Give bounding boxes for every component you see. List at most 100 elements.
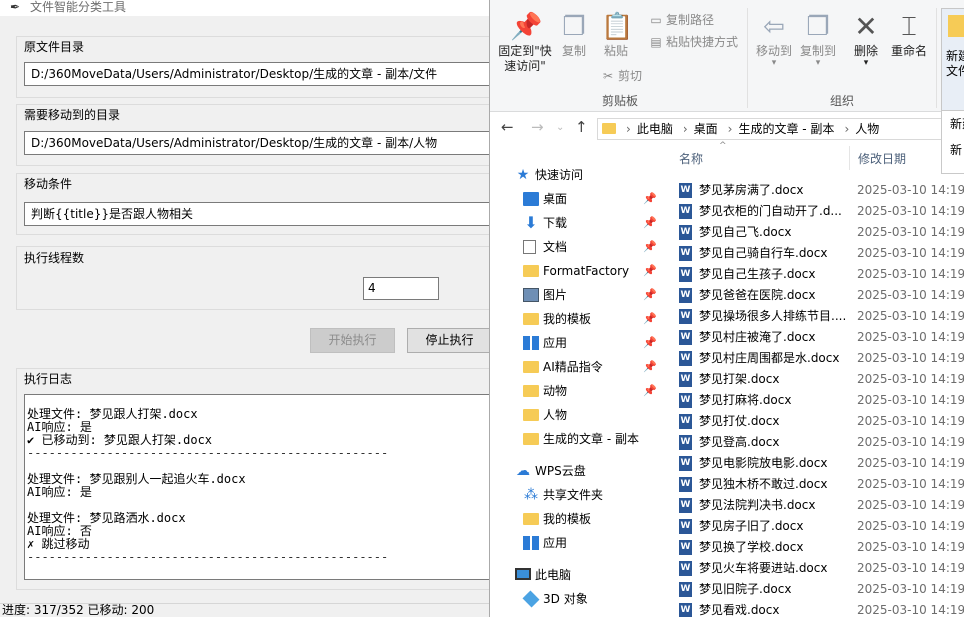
breadcrumb-segment[interactable]: 生成的文章 - 副本 [738,122,834,136]
target-dir-input[interactable]: D:/360MoveData/Users/Administrator/Deskt… [24,131,492,155]
file-name: 梦见登高.docx [699,435,780,449]
breadcrumb-segment[interactable]: 桌面 [694,122,718,136]
nav-item-label: 应用 [543,336,568,350]
breadcrumb-segment[interactable]: 人物 [855,122,879,136]
ribbon-divider [747,8,748,108]
file-row[interactable]: 梦见村庄被淹了.docx 2025-03-10 14:19 [677,327,964,348]
column-modified-header[interactable]: 修改日期 [858,150,906,167]
nav-item[interactable]: FormatFactory 📌 [490,259,660,283]
nav-item[interactable]: AI精品指令 📌 [490,355,660,379]
nav-item[interactable]: 人物 [490,403,660,427]
apps-icon [523,536,539,550]
file-row[interactable]: 梦见衣柜的门自动开了.d... 2025-03-10 14:19 [677,201,964,222]
nav-item[interactable]: 应用 📌 [490,331,660,355]
nav-item[interactable]: 图片 📌 [490,283,660,307]
paste-shortcut-label: 粘贴快捷方式 [666,35,739,49]
file-row[interactable]: 梦见自己飞.docx 2025-03-10 14:19 [677,222,964,243]
cut-button[interactable]: ✂ 剪切 [600,68,642,84]
file-name: 梦见茅房满了.docx [699,183,804,197]
nav-item-label: 3D 对象 [543,592,588,606]
rename-label: 重命名 [890,44,927,58]
copy-button[interactable]: ❐ 复制 [556,12,592,59]
star-icon: ★ [516,167,530,183]
move-to-button[interactable]: ⇦ 移动到 ▾ [754,12,794,68]
file-modified-date: 2025-03-10 14:19 [857,393,964,407]
file-row[interactable]: 梦见旧院子.docx 2025-03-10 14:19 [677,579,964,600]
file-row[interactable]: 梦见村庄周围都是水.docx 2025-03-10 14:19 [677,348,964,369]
file-modified-date: 2025-03-10 14:19 [857,519,964,533]
pin-quick-access-button[interactable]: 📌 固定到"快速访问" [496,12,554,74]
back-arrow-icon[interactable]: ← [501,118,514,136]
cut-label: 剪切 [618,69,643,83]
file-row[interactable]: 梦见打仗.docx 2025-03-10 14:19 [677,411,964,432]
word-document-icon [679,183,692,198]
file-row[interactable]: 梦见自己生孩子.docx 2025-03-10 14:19 [677,264,964,285]
chevron-right-icon: › [626,122,631,136]
copy-path-label: 复制路径 [666,13,715,27]
file-row[interactable]: 梦见登高.docx 2025-03-10 14:19 [677,432,964,453]
file-row[interactable]: 梦见操场很多人排练节目.... 2025-03-10 14:19 [677,306,964,327]
nav-item-label: AI精品指令 [543,360,603,374]
up-arrow-icon[interactable]: ↑ [575,118,588,136]
start-button[interactable]: 开始执行 [310,328,395,353]
file-row[interactable]: 梦见房子旧了.docx 2025-03-10 14:19 [677,516,964,537]
popup-item-new-2[interactable]: 新 [942,137,964,163]
copy-to-button[interactable]: ❐ 复制到 ▾ [798,12,838,68]
file-row[interactable]: 梦见爸爸在医院.docx 2025-03-10 14:19 [677,285,964,306]
column-name-header[interactable]: 名称 [679,150,703,167]
pin-icon: 📌 [643,384,657,397]
pin-icon: 📌 [510,12,543,42]
nav-item[interactable]: ★ 快速访问 [490,163,660,187]
nav-item[interactable]: 我的模板 📌 [490,307,660,331]
file-row[interactable]: 梦见看戏.docx 2025-03-10 14:19 [677,600,964,617]
file-row[interactable]: 梦见法院判决书.docx 2025-03-10 14:19 [677,495,964,516]
context-popup: 新建 新 [941,110,964,174]
source-dir-input[interactable]: D:/360MoveData/Users/Administrator/Deskt… [24,62,492,86]
nav-item[interactable]: 文档 📌 [490,235,660,259]
paste-shortcut-button[interactable]: ▤ 粘贴快捷方式 [648,34,738,50]
nav-item[interactable]: 生成的文章 - 副本 [490,427,660,451]
address-bar-row: ← → ⌄ ↑ › 此电脑 › 桌面 › 生成的文章 - 副本 › 人物 [490,114,964,144]
nav-item[interactable]: 我的模板 [490,507,660,531]
breadcrumb-segment[interactable]: 此电脑 [637,122,673,136]
nav-item[interactable]: 此电脑 [490,563,660,587]
new-folder-button[interactable]: 新建文件 [941,8,964,112]
word-document-icon [679,540,692,555]
word-document-icon [679,582,692,597]
nav-item[interactable]: ⬇ 下载 📌 [490,211,660,235]
stop-button[interactable]: 停止执行 [407,328,492,353]
condition-input[interactable]: 判断{{title}}是否跟人物相关 [24,202,492,226]
forward-arrow-icon[interactable]: → [531,118,544,136]
nav-item[interactable]: ☁ WPS云盘 [490,459,660,483]
file-modified-date: 2025-03-10 14:19 [857,435,964,449]
file-row[interactable]: 梦见茅房满了.docx 2025-03-10 14:19 [677,180,964,201]
nav-item[interactable]: 动物 📌 [490,379,660,403]
nav-item[interactable]: 应用 [490,531,660,555]
file-row[interactable]: 梦见打架.docx 2025-03-10 14:19 [677,369,964,390]
cube-icon [522,590,540,608]
breadcrumb[interactable]: › 此电脑 › 桌面 › 生成的文章 - 副本 › 人物 [597,118,947,140]
file-row[interactable]: 梦见打麻将.docx 2025-03-10 14:19 [677,390,964,411]
log-textarea[interactable]: 处理文件: 梦见跟人打架.docx AI响应: 是 ✔ 已移动到: 梦见跟人打架.d… [24,394,492,580]
window-titlebar[interactable]: ✒ 文件智能分类工具 [0,0,492,16]
rename-button[interactable]: ⌶ 重命名 [887,12,931,59]
file-row[interactable]: 梦见换了学校.docx 2025-03-10 14:19 [677,537,964,558]
paste-button[interactable]: 📋 粘贴 [598,12,634,59]
nav-item[interactable]: ⁂ 共享文件夹 [490,483,660,507]
file-row[interactable]: 梦见自己骑自行车.docx 2025-03-10 14:19 [677,243,964,264]
copy-path-button[interactable]: ▭ 复制路径 [648,12,714,28]
nav-item[interactable]: 3D 对象 [490,587,660,611]
file-modified-date: 2025-03-10 14:19 [857,414,964,428]
recent-dropdown-icon[interactable]: ⌄ [556,122,564,133]
nav-item[interactable]: 桌面 📌 [490,187,660,211]
file-row[interactable]: 梦见电影院放电影.docx 2025-03-10 14:19 [677,453,964,474]
popup-item-new[interactable]: 新建 [942,111,964,137]
threads-input[interactable]: 4 [363,277,439,300]
file-row[interactable]: 梦见火车将要进站.docx 2025-03-10 14:19 [677,558,964,579]
move-to-label: 移动到 [755,44,792,58]
file-row[interactable]: 梦见独木桥不敢过.docx 2025-03-10 14:19 [677,474,964,495]
file-name: 梦见打架.docx [699,372,780,386]
word-document-icon [679,372,692,387]
apps-icon [523,336,539,350]
delete-button[interactable]: ✕ 删除 ▾ [849,12,883,68]
